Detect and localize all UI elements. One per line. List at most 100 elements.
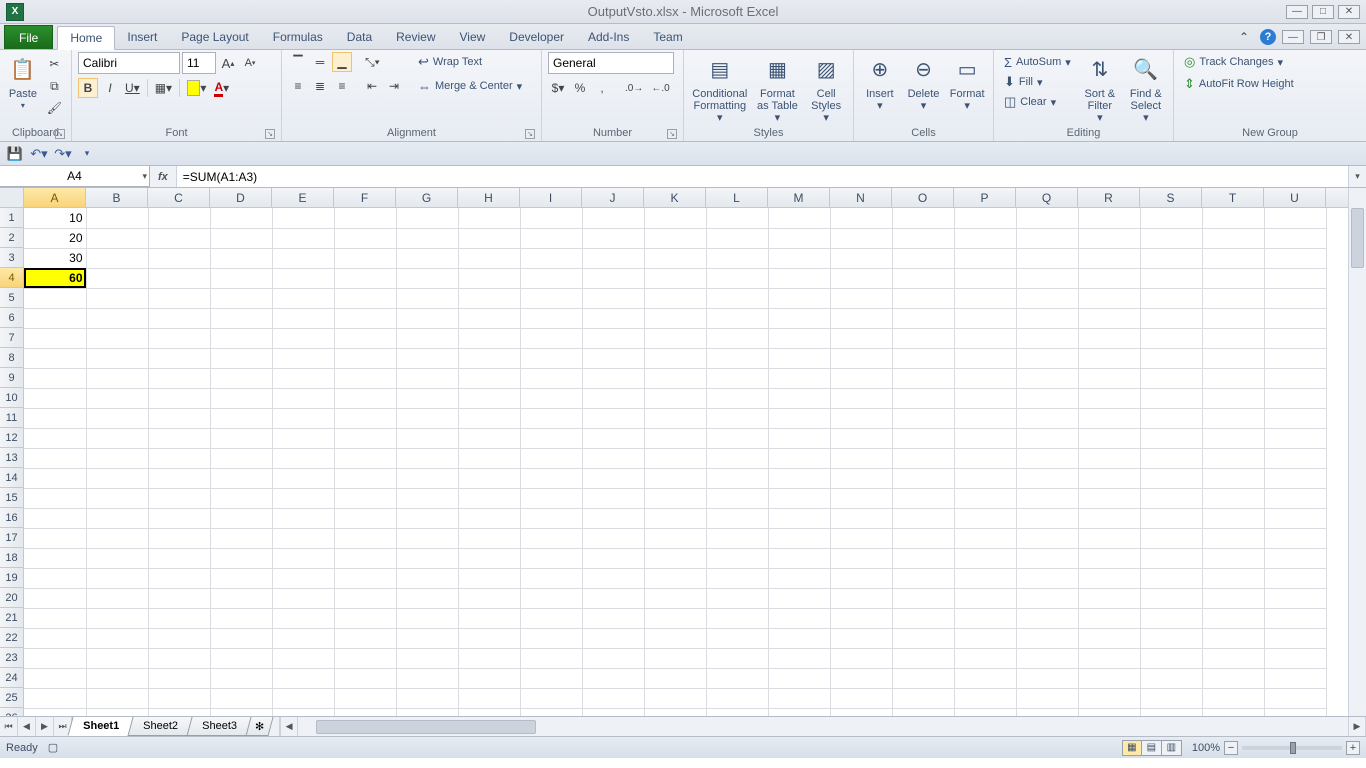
view-page-layout-button[interactable]: ▤ xyxy=(1142,740,1162,756)
font-size-input[interactable] xyxy=(182,52,216,74)
cell-I8[interactable] xyxy=(520,348,582,368)
cell-A9[interactable] xyxy=(24,368,86,388)
sheet-tab-2[interactable]: Sheet2 xyxy=(128,717,194,736)
cell-J1[interactable] xyxy=(582,208,644,228)
cell-P26[interactable] xyxy=(954,708,1016,716)
cell-N25[interactable] xyxy=(830,688,892,708)
cell-E24[interactable] xyxy=(272,668,334,688)
cell-C12[interactable] xyxy=(148,428,210,448)
cell-N15[interactable] xyxy=(830,488,892,508)
alignment-dialog-launcher[interactable]: ↘ xyxy=(525,129,535,139)
cell-S22[interactable] xyxy=(1140,628,1202,648)
cell-N19[interactable] xyxy=(830,568,892,588)
paste-button[interactable]: 📋 Paste ▾ xyxy=(6,52,40,112)
fill-button[interactable]: ⬇Fill ▾ xyxy=(1000,72,1075,92)
cell-B8[interactable] xyxy=(86,348,148,368)
cell-I5[interactable] xyxy=(520,288,582,308)
cell-styles-button[interactable]: ▨Cell Styles▾ xyxy=(805,52,847,124)
spreadsheet-grid[interactable]: ABCDEFGHIJKLMNOPQRSTU 123456789101112131… xyxy=(0,188,1366,716)
cell-G17[interactable] xyxy=(396,528,458,548)
close-button[interactable]: ✕ xyxy=(1338,5,1360,19)
cell-F5[interactable] xyxy=(334,288,396,308)
cell-J4[interactable] xyxy=(582,268,644,288)
cell-U24[interactable] xyxy=(1264,668,1326,688)
cell-Q7[interactable] xyxy=(1016,328,1078,348)
cell-E22[interactable] xyxy=(272,628,334,648)
cell-J15[interactable] xyxy=(582,488,644,508)
cell-N21[interactable] xyxy=(830,608,892,628)
cell-M17[interactable] xyxy=(768,528,830,548)
row-header-24[interactable]: 24 xyxy=(0,668,23,688)
cell-Q5[interactable] xyxy=(1016,288,1078,308)
sheet-nav-next[interactable]: ▶ xyxy=(36,717,54,736)
cell-T4[interactable] xyxy=(1202,268,1264,288)
cell-H25[interactable] xyxy=(458,688,520,708)
cell-Q4[interactable] xyxy=(1016,268,1078,288)
cell-J8[interactable] xyxy=(582,348,644,368)
clipboard-dialog-launcher[interactable]: ↘ xyxy=(55,129,65,139)
cell-G2[interactable] xyxy=(396,228,458,248)
row-header-26[interactable]: 26 xyxy=(0,708,23,716)
cell-R7[interactable] xyxy=(1078,328,1140,348)
cell-S19[interactable] xyxy=(1140,568,1202,588)
sort-filter-button[interactable]: ⇅Sort & Filter▾ xyxy=(1079,52,1121,124)
cell-D14[interactable] xyxy=(210,468,272,488)
number-format-select[interactable] xyxy=(548,52,674,74)
cell-N24[interactable] xyxy=(830,668,892,688)
cell-R15[interactable] xyxy=(1078,488,1140,508)
cell-B6[interactable] xyxy=(86,308,148,328)
row-headers[interactable]: 1234567891011121314151617181920212223242… xyxy=(0,208,24,716)
cell-T19[interactable] xyxy=(1202,568,1264,588)
cell-B1[interactable] xyxy=(86,208,148,228)
cell-T10[interactable] xyxy=(1202,388,1264,408)
cell-F6[interactable] xyxy=(334,308,396,328)
cell-T11[interactable] xyxy=(1202,408,1264,428)
tab-data[interactable]: Data xyxy=(335,25,384,49)
cell-G22[interactable] xyxy=(396,628,458,648)
cell-C2[interactable] xyxy=(148,228,210,248)
horizontal-scrollbar[interactable]: ◀ ▶ xyxy=(279,717,1366,736)
macro-record-icon[interactable]: ▢ xyxy=(48,741,58,754)
cell-Q1[interactable] xyxy=(1016,208,1078,228)
cell-K4[interactable] xyxy=(644,268,706,288)
cell-K8[interactable] xyxy=(644,348,706,368)
cell-Q26[interactable] xyxy=(1016,708,1078,716)
cell-J14[interactable] xyxy=(582,468,644,488)
cell-Q9[interactable] xyxy=(1016,368,1078,388)
cell-M7[interactable] xyxy=(768,328,830,348)
cell-T3[interactable] xyxy=(1202,248,1264,268)
cell-N3[interactable] xyxy=(830,248,892,268)
cell-Q10[interactable] xyxy=(1016,388,1078,408)
cell-Q8[interactable] xyxy=(1016,348,1078,368)
row-header-22[interactable]: 22 xyxy=(0,628,23,648)
cell-M23[interactable] xyxy=(768,648,830,668)
cell-S25[interactable] xyxy=(1140,688,1202,708)
cell-R16[interactable] xyxy=(1078,508,1140,528)
cell-I6[interactable] xyxy=(520,308,582,328)
row-header-1[interactable]: 1 xyxy=(0,208,23,228)
row-header-25[interactable]: 25 xyxy=(0,688,23,708)
tab-review[interactable]: Review xyxy=(384,25,447,49)
cell-P17[interactable] xyxy=(954,528,1016,548)
cell-B25[interactable] xyxy=(86,688,148,708)
column-header-T[interactable]: T xyxy=(1202,188,1264,207)
cell-I24[interactable] xyxy=(520,668,582,688)
cell-E4[interactable] xyxy=(272,268,334,288)
cell-E25[interactable] xyxy=(272,688,334,708)
cell-S24[interactable] xyxy=(1140,668,1202,688)
cell-S11[interactable] xyxy=(1140,408,1202,428)
cell-E15[interactable] xyxy=(272,488,334,508)
cell-D23[interactable] xyxy=(210,648,272,668)
cell-P9[interactable] xyxy=(954,368,1016,388)
cell-N18[interactable] xyxy=(830,548,892,568)
cell-P24[interactable] xyxy=(954,668,1016,688)
cell-P10[interactable] xyxy=(954,388,1016,408)
zoom-knob[interactable] xyxy=(1290,742,1296,754)
zoom-out-button[interactable]: − xyxy=(1224,741,1238,755)
cell-Q21[interactable] xyxy=(1016,608,1078,628)
tab-addins[interactable]: Add-Ins xyxy=(576,25,641,49)
cell-G10[interactable] xyxy=(396,388,458,408)
cell-E8[interactable] xyxy=(272,348,334,368)
cell-O6[interactable] xyxy=(892,308,954,328)
cell-C23[interactable] xyxy=(148,648,210,668)
